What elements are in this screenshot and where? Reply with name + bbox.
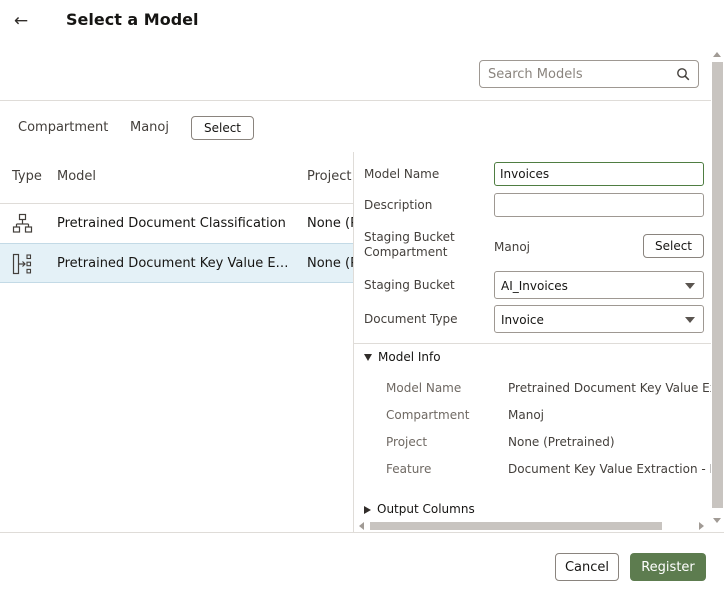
key-value-extraction-icon xyxy=(12,253,32,275)
chevron-down-icon xyxy=(685,283,695,289)
triangle-right-icon xyxy=(364,505,371,514)
horizontal-scrollbar[interactable] xyxy=(354,520,711,532)
register-button[interactable]: Register xyxy=(630,553,706,581)
divider xyxy=(354,343,711,344)
info-model-name-label: Model Name xyxy=(386,381,462,395)
cancel-button[interactable]: Cancel xyxy=(555,553,619,581)
output-columns-toggle[interactable]: Output Columns xyxy=(364,502,475,516)
staging-bucket-value: AI_Invoices xyxy=(501,279,568,293)
search-icon[interactable] xyxy=(676,67,690,81)
search-field[interactable] xyxy=(479,60,699,88)
model-info-toggle[interactable]: Model Info xyxy=(364,350,441,364)
output-columns-title: Output Columns xyxy=(377,502,475,516)
column-header-project[interactable]: Project xyxy=(307,169,353,184)
staging-compartment-label: Staging Bucket Compartment xyxy=(364,230,455,259)
dialog-header: ← Select a Model xyxy=(0,0,724,42)
hierarchy-icon xyxy=(12,213,33,233)
vertical-scrollbar[interactable] xyxy=(711,48,724,532)
column-header-model[interactable]: Model xyxy=(57,169,96,184)
scroll-right-icon[interactable] xyxy=(699,522,704,530)
info-compartment-value: Manoj xyxy=(508,408,544,422)
scroll-left-icon[interactable] xyxy=(359,522,364,530)
staging-bucket-select[interactable]: AI_Invoices xyxy=(494,271,704,299)
scroll-up-icon[interactable] xyxy=(713,52,721,57)
footer-divider xyxy=(0,532,724,533)
staging-compartment-value: Manoj xyxy=(494,240,530,254)
back-button[interactable]: ← xyxy=(10,10,32,32)
chevron-down-icon xyxy=(685,317,695,323)
project-cell: None (Pretrained) xyxy=(307,256,353,271)
scrollbar-thumb[interactable] xyxy=(712,62,723,508)
document-type-label: Document Type xyxy=(364,312,458,326)
info-compartment-label: Compartment xyxy=(386,408,470,422)
scroll-down-icon[interactable] xyxy=(713,518,721,523)
info-feature-label: Feature xyxy=(386,462,432,476)
compartment-value: Manoj xyxy=(130,120,169,135)
page-title: Select a Model xyxy=(66,10,199,29)
triangle-down-icon xyxy=(364,354,372,361)
info-model-name-value: Pretrained Document Key Value Extraction xyxy=(508,381,711,395)
arrow-left-icon: ← xyxy=(13,11,29,31)
model-name-input[interactable] xyxy=(494,162,704,186)
info-feature-value: Document Key Value Extraction - Invoice xyxy=(508,462,711,476)
search-input[interactable] xyxy=(480,61,670,87)
document-type-select[interactable]: Invoice xyxy=(494,305,704,333)
model-name-cell: Pretrained Document Key Value Extraction xyxy=(57,256,292,271)
info-project-value: None (Pretrained) xyxy=(508,435,615,449)
model-info-title: Model Info xyxy=(378,350,441,364)
staging-bucket-label: Staging Bucket xyxy=(364,278,455,292)
model-name-label: Model Name xyxy=(364,167,440,181)
column-header-type[interactable]: Type xyxy=(12,169,42,184)
project-cell: None (Pretrained) xyxy=(307,216,353,231)
description-input[interactable] xyxy=(494,193,704,217)
divider xyxy=(0,100,711,101)
document-type-value: Invoice xyxy=(501,313,544,327)
scrollbar-thumb[interactable] xyxy=(370,522,662,530)
compartment-label: Compartment xyxy=(18,120,109,135)
staging-compartment-select-button[interactable]: Select xyxy=(643,234,704,258)
description-label: Description xyxy=(364,198,433,212)
model-details-panel: Model Name Description Staging Bucket Co… xyxy=(353,152,711,532)
model-name-cell: Pretrained Document Classification xyxy=(57,216,286,231)
compartment-select-button[interactable]: Select xyxy=(191,116,254,140)
table-row[interactable]: Pretrained Document Classification None … xyxy=(0,203,353,243)
table-row-selected[interactable]: Pretrained Document Key Value Extraction… xyxy=(0,243,353,283)
info-project-label: Project xyxy=(386,435,428,449)
